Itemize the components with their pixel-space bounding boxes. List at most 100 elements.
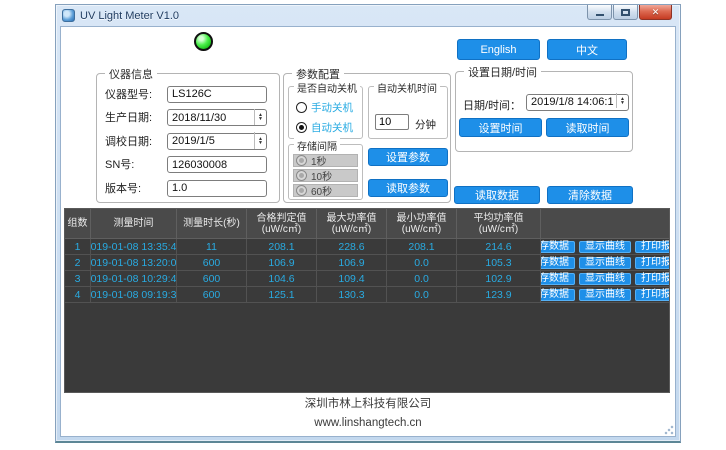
spinner-arrows-icon[interactable]: ▲▼ — [254, 132, 266, 149]
set-params-button[interactable]: 设置参数 — [368, 148, 448, 166]
print-report-button[interactable]: 打印报告 — [635, 257, 669, 269]
cell-avg-power: 214.6 — [457, 239, 541, 254]
cell-group-count: 4 — [65, 287, 91, 302]
desktop-background: UV Light Meter V1.0 ✕ English 中文 仪器信息 仪器… — [0, 0, 726, 450]
client-area: English 中文 仪器信息 仪器型号: 生产日期: ▲▼ 调校日期: ▲▼ — [60, 26, 676, 437]
header-group-count: 组数 — [65, 209, 91, 238]
cell-max-power: 106.9 — [317, 255, 387, 270]
header-avg-power: 平均功率值(uW/c㎡) — [457, 209, 541, 238]
maximize-button[interactable] — [613, 5, 638, 20]
version-label: 版本号: — [105, 180, 167, 196]
shutdown-time-title: 自动关机时间 — [374, 80, 440, 95]
table-header-row: 组数 测量时间 测量时长(秒) 合格判定值(uW/c㎡) 最大功率值(uW/c㎡… — [65, 209, 669, 239]
save-data-button[interactable]: 保存数据 — [541, 273, 575, 285]
cell-min-power: 208.1 — [387, 239, 457, 254]
footer-company-name: 深圳市林上科技有限公司 — [61, 395, 675, 411]
auto-shutdown-label: 自动关机 — [311, 120, 353, 135]
save-data-button[interactable]: 保存数据 — [541, 289, 575, 301]
serial-number-input[interactable] — [167, 156, 267, 173]
resize-grip[interactable] — [664, 425, 674, 435]
table-row: 2 2019-01-08 13:20:04 600 106.9 106.9 0.… — [65, 255, 669, 271]
window-title: UV Light Meter V1.0 — [80, 10, 179, 22]
print-report-button[interactable]: 打印报告 — [635, 241, 669, 253]
cell-max-power: 228.6 — [317, 239, 387, 254]
header-min-power: 最小功率值(uW/c㎡) — [387, 209, 457, 238]
radio-checked-icon[interactable] — [296, 122, 307, 133]
language-english-button[interactable]: English — [457, 39, 540, 60]
cell-group-count: 1 — [65, 239, 91, 254]
app-window: UV Light Meter V1.0 ✕ English 中文 仪器信息 仪器… — [55, 4, 681, 443]
clear-data-button[interactable]: 清除数据 — [547, 186, 633, 204]
cell-measure-time: 2019-01-08 10:29:40 — [91, 271, 177, 286]
storage-interval-title: 存储间隔 — [294, 138, 340, 153]
interval-60s-option[interactable]: 60秒 — [293, 184, 358, 197]
auto-shutdown-title: 是否自动关机 — [294, 80, 360, 95]
save-data-button[interactable]: 保存数据 — [541, 257, 575, 269]
set-time-button[interactable]: 设置时间 — [459, 118, 542, 137]
print-report-button[interactable]: 打印报告 — [635, 273, 669, 285]
calibration-date-input[interactable] — [167, 133, 267, 150]
close-icon: ✕ — [652, 7, 660, 18]
interval-1s-option[interactable]: 1秒 — [293, 154, 358, 167]
read-params-button[interactable]: 读取参数 — [368, 179, 448, 197]
datetime-group: 设置日期/时间 日期/时间： ▲▼ 设置时间 读取时间 — [455, 71, 633, 152]
datetime-label: 日期/时间： — [463, 97, 521, 113]
close-button[interactable]: ✕ — [639, 5, 672, 20]
shutdown-time-group: 自动关机时间 分钟 — [368, 86, 448, 139]
radio-disabled-icon — [296, 170, 307, 181]
save-data-button[interactable]: 保存数据 — [541, 241, 575, 253]
manual-shutdown-label: 手动关机 — [311, 100, 353, 115]
calibration-date-field-row: 调校日期: ▲▼ — [105, 132, 267, 149]
cell-actions: 保存数据 显示曲线 打印报告 — [541, 287, 669, 302]
instrument-info-title: 仪器信息 — [105, 66, 157, 82]
show-curve-button[interactable]: 显示曲线 — [579, 273, 631, 285]
cell-avg-power: 123.9 — [457, 287, 541, 302]
cell-avg-power: 102.9 — [457, 271, 541, 286]
print-report-button[interactable]: 打印报告 — [635, 289, 669, 301]
cell-duration: 600 — [177, 255, 247, 270]
read-data-button[interactable]: 读取数据 — [454, 186, 540, 204]
interval-10s-option[interactable]: 10秒 — [293, 169, 358, 182]
language-chinese-button[interactable]: 中文 — [547, 39, 627, 60]
serial-number-field-row: SN号: — [105, 156, 267, 173]
interval-1s-label: 1秒 — [311, 153, 327, 168]
shutdown-time-input[interactable] — [375, 114, 409, 130]
model-input[interactable] — [167, 86, 267, 103]
measurement-table: 组数 测量时间 测量时长(秒) 合格判定值(uW/c㎡) 最大功率值(uW/c㎡… — [64, 208, 670, 393]
radio-disabled-icon — [296, 185, 307, 196]
show-curve-button[interactable]: 显示曲线 — [579, 241, 631, 253]
header-duration: 测量时长(秒) — [177, 209, 247, 238]
radio-unchecked-icon[interactable] — [296, 102, 307, 113]
spinner-arrows-icon[interactable]: ▲▼ — [254, 109, 266, 126]
serial-number-label: SN号: — [105, 156, 167, 172]
spinner-arrows-icon[interactable]: ▲▼ — [616, 93, 628, 108]
datetime-input[interactable] — [526, 94, 629, 111]
interval-60s-label: 60秒 — [311, 183, 332, 198]
cell-avg-power: 105.3 — [457, 255, 541, 270]
auto-shutdown-option[interactable]: 自动关机 — [296, 120, 353, 135]
maximize-icon — [621, 9, 630, 16]
show-curve-button[interactable]: 显示曲线 — [579, 289, 631, 301]
shutdown-time-unit-label: 分钟 — [415, 117, 436, 132]
version-field-row: 版本号: — [105, 179, 267, 196]
window-controls: ✕ — [586, 5, 672, 20]
header-threshold: 合格判定值(uW/c㎡) — [247, 209, 317, 238]
production-date-input[interactable] — [167, 109, 267, 126]
show-curve-button[interactable]: 显示曲线 — [579, 257, 631, 269]
read-time-button[interactable]: 读取时间 — [546, 118, 629, 137]
version-input[interactable] — [167, 180, 267, 197]
status-led-indicator — [194, 32, 213, 51]
table-row: 1 2019-01-08 13:35:47 11 208.1 228.6 208… — [65, 239, 669, 255]
cell-max-power: 109.4 — [317, 271, 387, 286]
datetime-group-title: 设置日期/时间 — [464, 64, 541, 80]
instrument-info-group: 仪器信息 仪器型号: 生产日期: ▲▼ 调校日期: ▲▼ SN号: — [96, 73, 280, 203]
cell-actions: 保存数据 显示曲线 打印报告 — [541, 239, 669, 254]
cell-min-power: 0.0 — [387, 255, 457, 270]
auto-shutdown-group: 是否自动关机 手动关机 自动关机 — [288, 86, 363, 139]
manual-shutdown-option[interactable]: 手动关机 — [296, 100, 353, 115]
cell-actions: 保存数据 显示曲线 打印报告 — [541, 271, 669, 286]
cell-duration: 600 — [177, 271, 247, 286]
minimize-button[interactable] — [587, 5, 612, 20]
table-row: 4 2019-01-08 09:19:35 600 125.1 130.3 0.… — [65, 287, 669, 303]
header-max-power: 最大功率值(uW/c㎡) — [317, 209, 387, 238]
